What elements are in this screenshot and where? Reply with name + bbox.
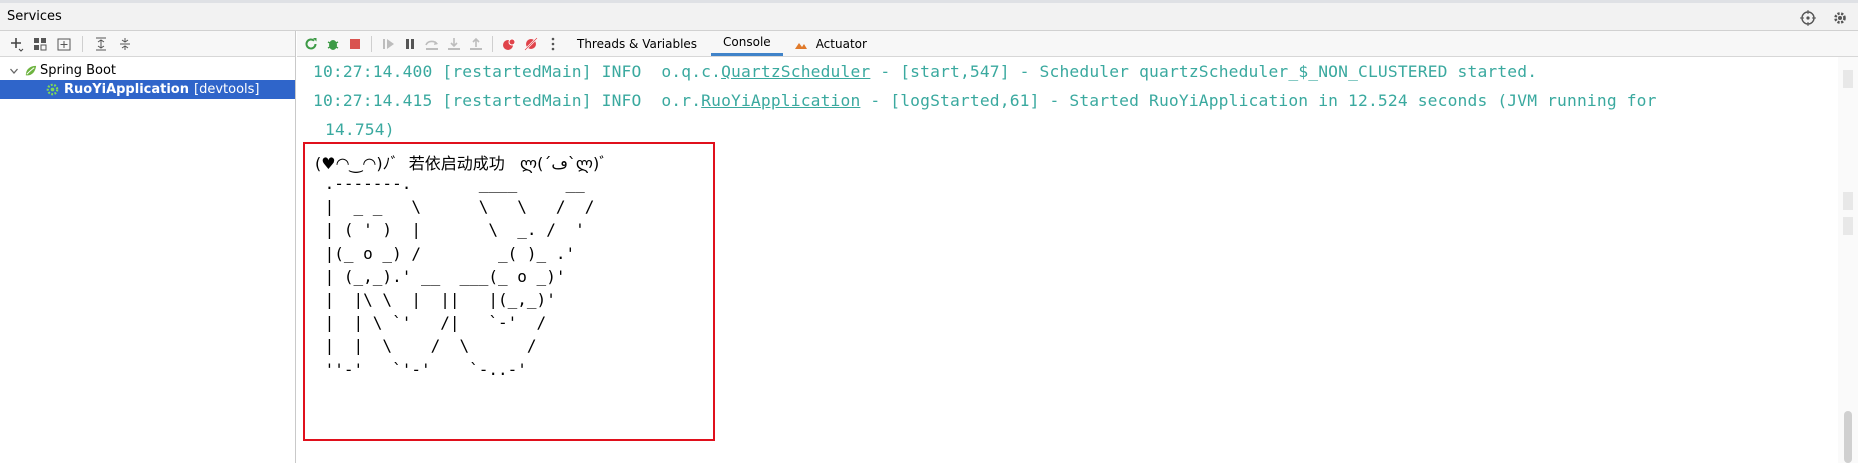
stop-icon[interactable] <box>345 34 365 54</box>
scroll-marker <box>1843 70 1853 88</box>
console-toolbar: Threads & Variables Console Actuator <box>297 31 1858 57</box>
log-time: 10:27:14.415 <box>313 91 433 110</box>
spring-app-running-icon <box>42 80 62 100</box>
actuator-icon <box>791 34 811 54</box>
toolbar-separator <box>492 35 493 52</box>
services-title-bar: Services <box>0 3 1858 31</box>
banner-ascii-art: .-------. ____ __ | _ _ \ \ \ / / | ( ' … <box>324 174 595 379</box>
log-line: 10:27:14.415 [restartedMain] INFO o.r.Ru… <box>313 91 1657 110</box>
log-thread: [restartedMain] <box>442 91 592 110</box>
scrollbar-thumb[interactable] <box>1844 411 1852 463</box>
log-line: 10:27:14.400 [restartedMain] INFO o.q.c.… <box>313 62 1537 81</box>
toolbar-separator <box>371 35 372 52</box>
rerun-icon[interactable] <box>301 34 321 54</box>
spring-boot-icon <box>20 61 40 81</box>
services-tree: Spring Boot RuoYiApplication [devtools] <box>0 61 295 99</box>
pause-icon[interactable] <box>400 34 420 54</box>
gear-icon[interactable] <box>1830 8 1850 28</box>
log-message: - [start,547] - Scheduler quartzSchedule… <box>870 62 1538 81</box>
tab-actuator[interactable]: Actuator <box>813 31 879 56</box>
banner-title: (♥◠‿◠)ﾉﾞ 若依启动成功 ლ(´ڡ`ლ)ﾞ <box>315 154 608 173</box>
mute-breakpoints-icon[interactable] <box>521 34 541 54</box>
log-logger-prefix: o.q.c. <box>661 62 722 81</box>
view-breakpoints-icon[interactable] <box>499 34 519 54</box>
add-service-icon[interactable] <box>6 34 26 54</box>
resume-icon[interactable] <box>378 34 398 54</box>
log-logger-prefix: o.r. <box>661 91 702 110</box>
log-level: INFO <box>601 62 642 81</box>
log-time: 10:27:14.400 <box>313 62 433 81</box>
log-thread: [restartedMain] <box>442 62 592 81</box>
services-tree-panel: Spring Boot RuoYiApplication [devtools] <box>0 31 296 463</box>
tab-threads-variables[interactable]: Threads & Variables <box>565 31 709 56</box>
target-icon[interactable] <box>1798 8 1818 28</box>
scroll-marker <box>1843 217 1853 235</box>
console-scrollbar[interactable] <box>1838 57 1858 463</box>
log-message: - [logStarted,61] - Started RuoYiApplica… <box>860 91 1657 110</box>
log-line-wrap: 14.754) <box>325 120 395 139</box>
tree-item-spring-boot[interactable]: Spring Boot <box>0 61 295 80</box>
collapse-all-icon[interactable] <box>115 34 135 54</box>
new-tab-icon[interactable] <box>54 34 74 54</box>
tree-item-ruoyi-application[interactable]: RuoYiApplication [devtools] <box>0 80 295 99</box>
expand-all-icon[interactable] <box>91 34 111 54</box>
log-level: INFO <box>601 91 642 110</box>
app-name-label: RuoYiApplication <box>64 82 189 97</box>
group-services-icon[interactable] <box>30 34 50 54</box>
toolbar-separator <box>82 35 83 52</box>
step-into-icon[interactable] <box>444 34 464 54</box>
log-logger-link[interactable]: QuartzScheduler <box>721 62 870 81</box>
tree-item-label: Spring Boot <box>40 63 117 78</box>
more-options-icon[interactable] <box>543 34 563 54</box>
log-logger-link[interactable]: RuoYiApplication <box>701 91 860 110</box>
scroll-marker <box>1843 192 1853 210</box>
startup-banner-highlight: (♥◠‿◠)ﾉﾞ 若依启动成功 ლ(´ڡ`ლ)ﾞ .-------. ____ … <box>303 142 715 441</box>
step-over-icon[interactable] <box>422 34 442 54</box>
window-title: Services <box>7 9 62 24</box>
debug-bug-icon[interactable] <box>323 34 343 54</box>
tab-console[interactable]: Console <box>711 31 783 56</box>
step-out-icon[interactable] <box>466 34 486 54</box>
chevron-down-icon[interactable] <box>8 66 20 76</box>
app-tag-label: [devtools] <box>194 82 260 97</box>
tree-toolbar <box>0 31 295 57</box>
